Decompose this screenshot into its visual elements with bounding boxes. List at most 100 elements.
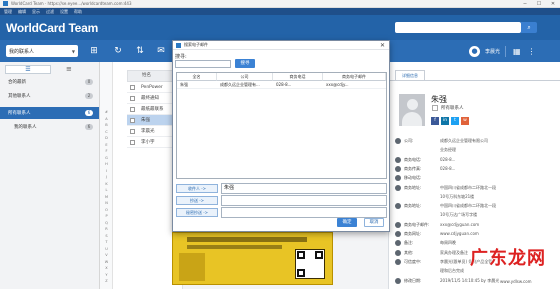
column-header[interactable]: 商务电子邮件 bbox=[323, 73, 386, 81]
alphabet-letter[interactable]: R bbox=[100, 227, 113, 231]
bcc-field[interactable] bbox=[221, 207, 387, 218]
field-value: xxx@cdjyguan.com bbox=[440, 221, 480, 227]
close-window-button[interactable]: ✕ bbox=[546, 0, 560, 8]
alphabet-letter[interactable]: I bbox=[100, 169, 113, 173]
dialog-search-input[interactable] bbox=[175, 60, 231, 68]
sidebar-item-other-contacts[interactable]: 其他联系人 2 bbox=[0, 90, 99, 102]
alphabet-letter[interactable]: T bbox=[100, 240, 113, 244]
alphabet-letter[interactable]: J bbox=[100, 175, 113, 179]
detail-field-row: 商务网址: www.cdjyguan.com bbox=[395, 230, 555, 238]
row-checkbox[interactable] bbox=[130, 140, 135, 145]
alphabet-letter[interactable]: W bbox=[100, 260, 113, 264]
row-checkbox[interactable] bbox=[130, 85, 135, 90]
minimize-button[interactable]: ─ bbox=[518, 0, 532, 8]
menu-edit[interactable]: 编辑 bbox=[18, 9, 26, 15]
alphabet-letter[interactable]: E bbox=[100, 143, 113, 147]
contact-name: 朱强 bbox=[141, 118, 150, 123]
menu-view[interactable]: 显示 bbox=[32, 9, 40, 15]
search-input[interactable] bbox=[395, 22, 521, 33]
alphabet-letter[interactable]: O bbox=[100, 208, 113, 212]
list-view-tab[interactable]: ☰ bbox=[5, 64, 51, 74]
twitter-icon[interactable]: t bbox=[451, 117, 459, 125]
email-icon[interactable]: ✉ bbox=[153, 43, 169, 59]
grid-icon[interactable]: ▦ bbox=[513, 47, 521, 56]
alphabet-letter[interactable]: M bbox=[100, 195, 113, 199]
search-icon[interactable]: ⌕ bbox=[521, 22, 537, 33]
alphabet-letter[interactable]: K bbox=[100, 182, 113, 186]
detail-field-row: 商务传真: 028-8... bbox=[395, 165, 555, 173]
alphabet-letter[interactable]: B bbox=[100, 123, 113, 127]
filter-list-icon[interactable]: ≡ bbox=[66, 65, 72, 73]
linkedin-icon[interactable]: in bbox=[441, 117, 449, 125]
add-card-icon[interactable]: ⊞ bbox=[86, 43, 102, 59]
alphabet-letter[interactable]: X bbox=[100, 266, 113, 270]
cancel-button[interactable]: 取消 bbox=[364, 218, 384, 227]
alphabet-letter[interactable]: F bbox=[100, 149, 113, 153]
cell-company: 成都久远企业管理有... bbox=[220, 82, 260, 87]
row-checkbox[interactable] bbox=[130, 96, 135, 101]
alphabet-letter[interactable]: N bbox=[100, 201, 113, 205]
row-checkbox[interactable] bbox=[130, 107, 135, 112]
alphabet-letter[interactable]: G bbox=[100, 156, 113, 160]
sort-icon[interactable]: ⇅ bbox=[133, 43, 147, 59]
dialog-search-button[interactable]: 搜寻 bbox=[235, 59, 255, 68]
cc-field[interactable] bbox=[221, 195, 387, 206]
menu-manage[interactable]: 管理 bbox=[4, 9, 12, 15]
sidebar-item-label: 其他联系人 bbox=[8, 94, 31, 99]
contact-name: PenPower bbox=[141, 85, 163, 90]
alphabet-letter[interactable]: S bbox=[100, 234, 113, 238]
alphabet-letter[interactable]: Z bbox=[100, 279, 113, 283]
field-icon bbox=[395, 175, 401, 182]
alphabet-letter[interactable]: P bbox=[100, 214, 113, 218]
alphabet-letter[interactable]: # bbox=[100, 110, 113, 114]
alphabet-letter[interactable]: U bbox=[100, 247, 113, 251]
user-name[interactable]: 李晨光 bbox=[485, 48, 500, 55]
column-header[interactable]: 商务电话 bbox=[273, 73, 323, 81]
alphabet-letter[interactable]: D bbox=[100, 136, 113, 140]
alphabet-letter[interactable]: H bbox=[100, 162, 113, 166]
column-header[interactable]: 公司 bbox=[217, 73, 273, 81]
cell-email: xxx@cdjy... bbox=[326, 82, 349, 87]
field-value: 理和后台完成 bbox=[440, 268, 464, 274]
bcc-button[interactable]: 秘密抄送 -> bbox=[176, 208, 218, 217]
row-checkbox[interactable] bbox=[130, 129, 135, 134]
alphabet-letter[interactable]: V bbox=[100, 253, 113, 257]
contact-group-select-value: 我的联系人 bbox=[9, 48, 35, 55]
field-icon bbox=[395, 240, 401, 247]
field-value: 家具办理及备注 bbox=[440, 249, 468, 255]
field-value: 2019/11/5 14:10:45 by 李晨光 bbox=[440, 277, 500, 283]
sidebar-item-my-contacts[interactable]: 我的联系人 6 bbox=[0, 121, 99, 133]
alphabet-letter[interactable]: C bbox=[100, 130, 113, 134]
sidebar-item-all-contacts[interactable]: 所有联系人 6 bbox=[0, 107, 99, 119]
menu-help[interactable]: 帮助 bbox=[74, 9, 82, 15]
detail-field-row: 商务地址: 中国四川省成都市二环路北一段 bbox=[395, 184, 555, 192]
find-label: 搜寻: bbox=[175, 54, 187, 60]
card-logo-icon bbox=[179, 253, 205, 281]
cc-button[interactable]: 抄送 -> bbox=[176, 196, 218, 205]
tab-details[interactable]: 详细信息 bbox=[395, 70, 425, 80]
alphabet-letter[interactable]: L bbox=[100, 188, 113, 192]
alphabet-letter[interactable]: A bbox=[100, 117, 113, 121]
avatar bbox=[399, 94, 425, 126]
field-label bbox=[404, 211, 440, 219]
alphabet-letter[interactable]: Q bbox=[100, 221, 113, 225]
weibo-icon[interactable]: w bbox=[461, 117, 469, 125]
sidebar-item-recent[interactable]: 合的最新 0 bbox=[0, 76, 99, 88]
facebook-icon[interactable]: f bbox=[431, 117, 439, 125]
group-checkbox[interactable] bbox=[432, 105, 438, 111]
maximize-button[interactable]: ☐ bbox=[532, 0, 546, 8]
to-button[interactable]: 收件人 -> bbox=[176, 184, 218, 193]
field-label: 商务网址: bbox=[404, 231, 422, 236]
alphabet-letter[interactable]: Y bbox=[100, 273, 113, 277]
ok-button[interactable]: 确定 bbox=[337, 218, 357, 227]
more-icon[interactable]: ⋮ bbox=[528, 47, 536, 56]
account-icon[interactable]: ● bbox=[469, 45, 480, 57]
row-checkbox[interactable] bbox=[130, 118, 135, 123]
to-field[interactable]: 朱强 bbox=[221, 183, 387, 194]
sync-icon[interactable]: ↻ bbox=[110, 43, 126, 59]
menu-settings[interactable]: 设置 bbox=[60, 9, 68, 15]
menu-filter[interactable]: 过滤 bbox=[46, 9, 54, 15]
contact-group-select[interactable]: 我的联系人 ▼ bbox=[6, 45, 78, 57]
column-header[interactable]: 全名 bbox=[177, 73, 217, 81]
close-icon[interactable]: ✕ bbox=[380, 42, 385, 49]
